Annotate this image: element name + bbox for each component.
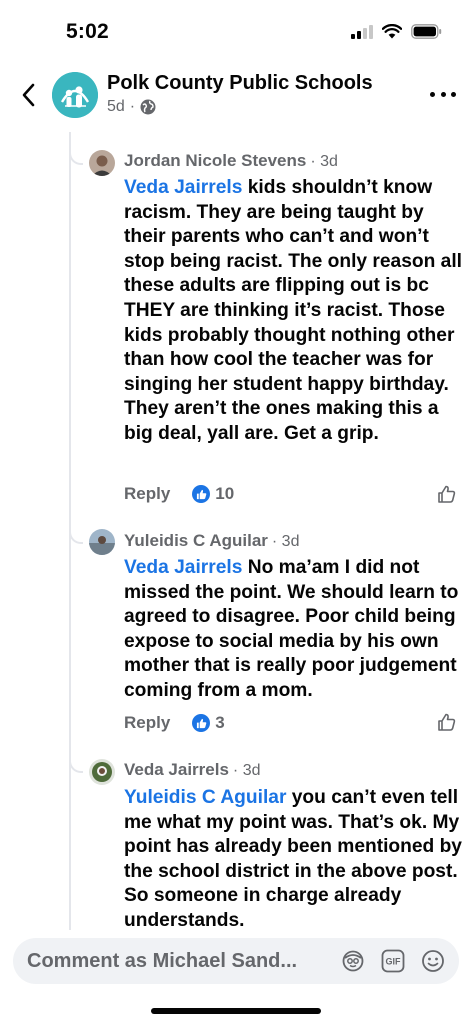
gif-button[interactable]: GIF: [381, 949, 405, 973]
thumbs-up-outline-icon: [438, 485, 456, 503]
comment-composer[interactable]: Comment as Michael Sand... GIF: [13, 938, 459, 984]
comment-body: Yuleidis C Aguilar you can’t even tell m…: [124, 786, 464, 934]
comment-author[interactable]: Jordan Nicole Stevens: [124, 151, 306, 171]
profile-photo: [89, 529, 115, 555]
comment-time: · 3d: [271, 533, 300, 550]
comment-text: No ma’am I did not missed the point. We …: [124, 557, 459, 701]
cellular-signal-icon: [351, 24, 373, 39]
like-reaction-icon: [192, 714, 211, 732]
mention-link[interactable]: Yuleidis C Aguilar: [124, 787, 286, 808]
more-options-button[interactable]: [430, 86, 456, 102]
battery-icon: [411, 24, 442, 39]
school-logo-icon: [52, 72, 98, 118]
comment-time: · 3d: [232, 762, 261, 779]
like-button[interactable]: [437, 712, 457, 732]
profile-photo: [89, 150, 115, 176]
chevron-left-icon: [22, 83, 35, 107]
comment-header: Veda Jairrels · 3d: [124, 760, 261, 780]
gif-icon: GIF: [381, 949, 405, 973]
comment-body: Veda Jairrels kids shouldn’t know racism…: [124, 176, 464, 447]
gif-label: GIF: [386, 957, 402, 967]
home-indicator[interactable]: [151, 1008, 321, 1014]
comment-author[interactable]: Veda Jairrels: [124, 760, 229, 780]
status-icons: [351, 24, 442, 39]
comment-actions: Reply 10: [124, 484, 234, 504]
avatar[interactable]: [89, 759, 115, 785]
page-header: Polk County Public Schools 5d ·: [0, 62, 472, 132]
globe-icon: [140, 99, 156, 115]
back-button[interactable]: [14, 78, 42, 112]
reply-connector: [69, 757, 83, 773]
reply-connector: [69, 528, 83, 544]
wifi-icon: [382, 24, 402, 39]
status-time: 5:02: [66, 20, 109, 43]
comment-header: Yuleidis C Aguilar · 3d: [124, 531, 299, 551]
thumbs-up-outline-icon: [438, 713, 456, 731]
reply-button[interactable]: Reply: [124, 484, 170, 504]
comment-text: kids shouldn’t know racism. They are bei…: [124, 177, 462, 444]
comment-body: Veda Jairrels No ma’am I did not missed …: [124, 556, 464, 704]
post-meta: 5d ·: [107, 98, 156, 116]
avatar-sticker-button[interactable]: [341, 949, 365, 973]
status-bar: 5:02: [0, 0, 472, 62]
comment-composer-bar: Comment as Michael Sand... GIF: [0, 930, 472, 1024]
like-count: 10: [215, 484, 235, 503]
reply-connector: [69, 149, 83, 165]
comment-actions: Reply 3: [124, 713, 225, 733]
comment-text: you can’t even tell me what my point was…: [124, 787, 462, 931]
like-count: 3: [215, 713, 225, 732]
reaction-summary[interactable]: 3: [192, 713, 225, 733]
avatar[interactable]: [89, 529, 115, 555]
comment-author[interactable]: Yuleidis C Aguilar: [124, 531, 268, 551]
comment-header: Jordan Nicole Stevens · 3d: [124, 151, 338, 171]
reaction-summary[interactable]: 10: [192, 484, 234, 504]
profile-photo: [89, 759, 115, 785]
mention-link[interactable]: Veda Jairrels: [124, 177, 242, 198]
comment-time: · 3d: [310, 153, 338, 170]
separator-dot: ·: [129, 98, 136, 115]
comment-input[interactable]: Comment as Michael Sand...: [27, 950, 297, 973]
emoji-smile-icon: [422, 950, 444, 972]
emoji-button[interactable]: [421, 949, 445, 973]
page-logo-avatar[interactable]: [52, 72, 98, 118]
post-age: 5d: [107, 98, 125, 115]
like-reaction-icon: [192, 485, 211, 503]
mention-link[interactable]: Veda Jairrels: [124, 557, 242, 578]
avatar-sticker-icon: [342, 950, 364, 972]
reply-button[interactable]: Reply: [124, 713, 170, 733]
avatar[interactable]: [89, 150, 115, 176]
page-name[interactable]: Polk County Public Schools: [107, 72, 373, 95]
like-button[interactable]: [437, 484, 457, 504]
